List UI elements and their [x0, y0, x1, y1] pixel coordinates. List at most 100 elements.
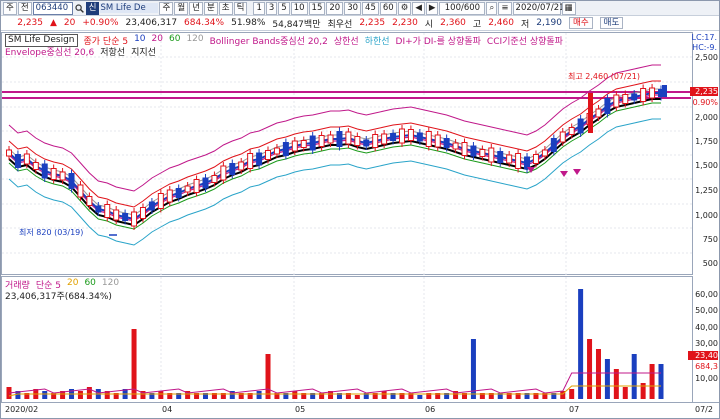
legend-item: Envelope중심선 20,6 [5, 48, 95, 58]
candle-body [327, 134, 334, 144]
candle-body [68, 173, 75, 189]
candle-body [113, 209, 120, 221]
volume-bar [631, 354, 637, 399]
candle-body [220, 165, 227, 181]
candle-body [309, 135, 316, 151]
candle-body [649, 87, 656, 99]
candle-body [550, 138, 557, 152]
x-axis-label: 2020/02 [5, 405, 39, 414]
legend-item: DI+가 DI-를 상향돌파 [395, 37, 481, 47]
candle-body [588, 93, 593, 133]
candle-body [202, 177, 209, 189]
candle-body [175, 188, 182, 198]
candle-body [416, 132, 423, 142]
candle-body [291, 140, 298, 152]
candle-body [273, 147, 280, 155]
volume-bar [265, 354, 271, 399]
candle-body [256, 152, 263, 166]
candle-body [50, 168, 57, 180]
candle-body [139, 207, 146, 219]
candle-body [363, 139, 370, 147]
candle-body [59, 171, 66, 181]
price-tick: 500 [702, 259, 718, 268]
candle-body [345, 131, 352, 145]
chart-canvas[interactable] [1, 1, 720, 419]
last-price-tag: 2,235 [690, 87, 718, 96]
volume-bar [42, 391, 48, 399]
legend-item: 저항선 [100, 48, 126, 58]
price-tick: 1,250 [695, 186, 718, 195]
candle-body [265, 150, 272, 160]
volume-ratio-tag: 684,3 [695, 362, 718, 371]
price-tick: 1,500 [695, 161, 718, 170]
candle-body [479, 149, 486, 157]
candle-body [577, 118, 584, 134]
volume-summary: 23,406,317주(684.34%) [5, 292, 112, 302]
signal-arrow [573, 169, 581, 175]
candle-body [390, 133, 397, 141]
volume-bar [292, 391, 298, 399]
candle-body [238, 161, 245, 171]
volume-bar [578, 289, 584, 399]
candle-body [166, 189, 173, 203]
candle-body [461, 142, 468, 156]
legend-item: CCI기준선 상향돌파 [486, 37, 563, 47]
low-annotation: 최저 820 (03/19) [19, 228, 84, 237]
volume-tick: 30,00 [695, 339, 718, 348]
volume-bar [256, 391, 262, 399]
candle-body [541, 149, 548, 157]
volume-tick: 10,00 [695, 374, 718, 383]
hc-indicator: HC:-9. [692, 43, 717, 52]
volume-bar [77, 391, 83, 399]
candle-body [407, 129, 414, 141]
volume-bar [595, 349, 601, 399]
candle-body [613, 94, 620, 108]
legend-item: 상한선 [333, 37, 359, 47]
legend-item: 60 [168, 34, 181, 44]
volume-bar [658, 364, 664, 399]
candle-body [398, 128, 405, 144]
price-tick: 2,500 [695, 53, 718, 62]
volume-last-tag: 23,40 [688, 351, 718, 360]
legend-item: 지지선 [131, 48, 156, 58]
candle-body [532, 154, 539, 164]
candle-body [6, 149, 12, 157]
candle-body [193, 179, 200, 193]
signal-arrow [560, 171, 568, 177]
candle-body [184, 185, 191, 193]
x-axis-label: 05 [295, 405, 306, 414]
candle-body [104, 204, 111, 218]
candle-body [497, 151, 504, 163]
volume-tick: 40,00 [695, 323, 718, 332]
volume-bar [649, 364, 655, 399]
candle-body [282, 142, 289, 156]
candle-body [604, 98, 611, 114]
candle-body [148, 201, 155, 211]
volume-bar [604, 359, 610, 399]
x-axis-label: 07 [569, 405, 580, 414]
volume-bar [381, 391, 387, 399]
candle-body [631, 93, 638, 101]
candle-body [354, 136, 361, 146]
candle-body [32, 162, 39, 170]
candle-body [470, 145, 477, 157]
price-tick: 1,000 [695, 211, 718, 220]
volume-bar [640, 383, 646, 399]
candle-body [41, 163, 48, 179]
high-annotation: 최고 2,460 (07/21) [568, 72, 641, 81]
legend-item: 120 [186, 34, 204, 44]
ma120-line [8, 88, 661, 216]
ma10-line [8, 92, 661, 221]
price-pane-frame [1, 32, 693, 275]
volume-bar [569, 389, 575, 399]
lc-indicator: LC:17. [691, 33, 717, 42]
candle-body [381, 133, 388, 145]
volume-tick: 50,00 [695, 306, 718, 315]
volume-ma5 [8, 372, 661, 394]
volume-tick: 60,00 [695, 290, 718, 299]
volume-bar [470, 339, 476, 399]
candle-body [318, 135, 325, 147]
x-axis-label: 06 [425, 405, 436, 414]
legend-item: 하한선 [364, 37, 390, 47]
price-tick: 2,000 [695, 113, 718, 122]
